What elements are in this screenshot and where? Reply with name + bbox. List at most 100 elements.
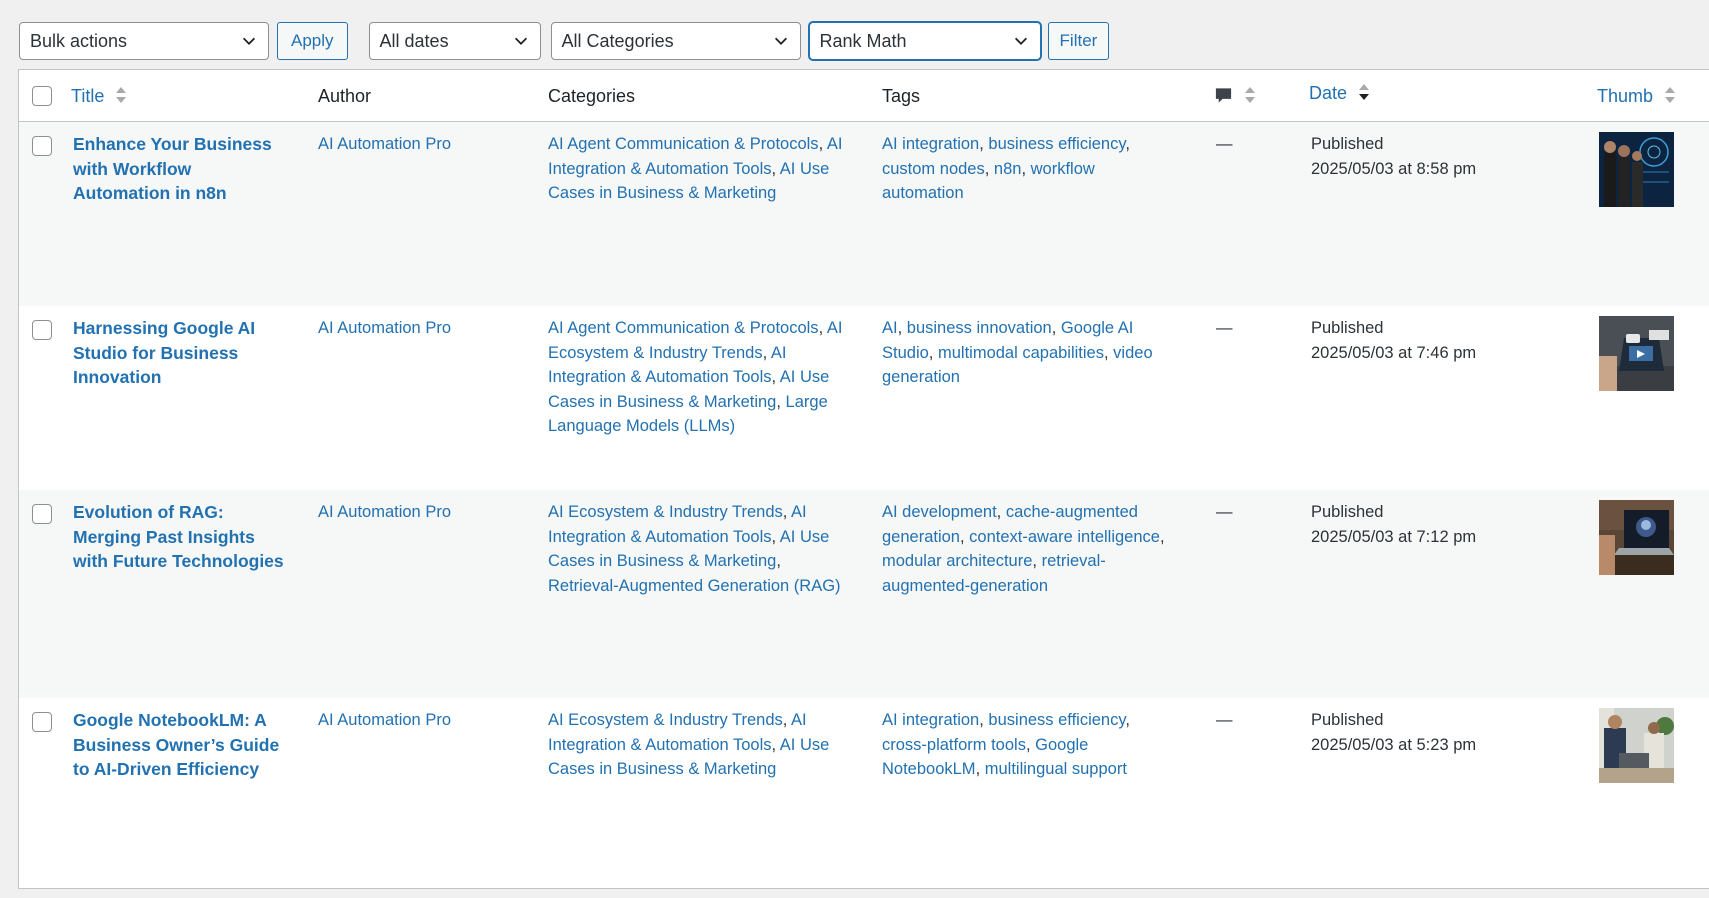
post-title-link[interactable]: with Future Technologies	[73, 549, 313, 574]
dates-filter-select[interactable]: All dates	[368, 22, 541, 60]
row-checkbox[interactable]	[32, 504, 52, 524]
term-link[interactable]: Integration & Automation Tools	[548, 736, 772, 754]
post-title-link[interactable]: Automation in n8n	[73, 181, 313, 206]
term-link[interactable]: Integration & Automation Tools	[548, 528, 772, 546]
column-comments[interactable]	[1214, 70, 1256, 122]
comment-bubble-icon	[1215, 88, 1232, 103]
author-link[interactable]: AI Automation Pro	[318, 132, 451, 157]
term-link[interactable]: Cases in Business & Marketing	[548, 393, 776, 411]
term-link[interactable]: AI Ecosystem & Industry Trends	[548, 503, 783, 521]
term-link[interactable]: AI Agent Communication & Protocols	[548, 319, 819, 337]
term-link[interactable]: AI integration	[882, 711, 979, 729]
post-title-link[interactable]: Enhance Your Business	[73, 132, 313, 157]
categories-filter-select[interactable]: All Categories	[550, 22, 801, 60]
post-title-link[interactable]: Harnessing Google AI	[73, 316, 313, 341]
row-checkbox[interactable]	[32, 136, 52, 156]
term-link[interactable]: workflow	[1031, 160, 1095, 178]
post-title-link[interactable]: Innovation	[73, 365, 313, 390]
term-link[interactable]: Cases in Business & Marketing	[548, 184, 776, 202]
select-all-checkbox[interactable]	[32, 86, 52, 106]
column-tags: Tags	[882, 86, 921, 106]
column-title-label: Title	[71, 86, 105, 106]
term-link[interactable]: video	[1113, 344, 1152, 362]
laptop-ai-studio-icon[interactable]	[1599, 316, 1674, 391]
categories-filter-value: All Categories	[561, 31, 674, 51]
bulk-actions-select[interactable]: Bulk actions	[19, 22, 269, 60]
term-link[interactable]: Google AI	[1061, 319, 1133, 337]
term-link[interactable]: Large	[786, 393, 828, 411]
term-separator: ,	[1125, 135, 1130, 153]
term-link[interactable]: AI	[827, 135, 843, 153]
term-link[interactable]: AI development	[882, 503, 997, 521]
post-title-link[interactable]: Studio for Business	[73, 341, 313, 366]
term-link[interactable]: business efficiency	[988, 135, 1125, 153]
term-link[interactable]: modular architecture	[882, 552, 1032, 570]
post-title-link[interactable]: Google NotebookLM: A	[73, 708, 313, 733]
term-link[interactable]: automation	[882, 184, 964, 202]
term-link[interactable]: generation	[882, 368, 960, 386]
tags-cell: AI integration, business efficiency, cros…	[882, 708, 1202, 782]
apply-button[interactable]: Apply	[277, 22, 348, 60]
term-link[interactable]: Integration & Automation Tools	[548, 368, 772, 386]
column-date-label: Date	[1309, 83, 1348, 103]
comments-count: —	[1216, 711, 1233, 729]
term-separator: ,	[1159, 527, 1165, 546]
column-title[interactable]: Title	[71, 70, 127, 122]
term-link[interactable]: Ecosystem & Industry Trends	[548, 344, 763, 362]
term-link[interactable]: AI Use	[780, 368, 830, 386]
term-link[interactable]: AI Ecosystem & Industry Trends	[548, 711, 783, 729]
post-title-link[interactable]: Merging Past Insights	[73, 525, 313, 550]
row-checkbox[interactable]	[32, 712, 52, 732]
term-link[interactable]: AI Use	[780, 528, 830, 546]
categories-line: Integration & Automation Tools, AI Use	[548, 525, 868, 550]
term-link[interactable]: cross-platform tools	[882, 736, 1026, 754]
term-link[interactable]: NotebookLM	[882, 760, 976, 778]
column-author: Author	[318, 86, 372, 106]
term-link[interactable]: Integration & Automation Tools	[548, 160, 772, 178]
term-link[interactable]: Cases in Business & Marketing	[548, 552, 776, 570]
term-link[interactable]: AI	[827, 319, 843, 337]
term-link[interactable]: generation	[882, 528, 960, 546]
term-link[interactable]: n8n	[994, 160, 1022, 178]
term-link[interactable]: AI Use	[780, 736, 830, 754]
term-link[interactable]: AI Use	[780, 160, 830, 178]
term-link[interactable]: AI	[882, 319, 898, 337]
term-link[interactable]: AI	[791, 711, 807, 729]
author-link[interactable]: AI Automation Pro	[318, 708, 451, 733]
term-link[interactable]: multilingual support	[985, 760, 1127, 778]
column-thumb[interactable]: Thumb	[1597, 70, 1676, 122]
term-separator: ,	[928, 343, 934, 362]
author-link[interactable]: AI Automation Pro	[318, 316, 451, 341]
term-link[interactable]: AI Agent Communication & Protocols	[548, 135, 819, 153]
term-link[interactable]: multimodal capabilities	[938, 344, 1104, 362]
term-link[interactable]: retrieval-	[1042, 552, 1106, 570]
business-team-ai-icon[interactable]	[1599, 132, 1674, 207]
term-link[interactable]: Google	[1035, 736, 1088, 754]
term-link[interactable]: Studio	[882, 344, 929, 362]
categories-line: Cases in Business & Marketing, Large	[548, 390, 868, 415]
term-link[interactable]: AI integration	[882, 135, 979, 153]
post-title-link[interactable]: to AI-Driven Efficiency	[73, 757, 313, 782]
term-link[interactable]: custom nodes	[882, 160, 985, 178]
term-link[interactable]: cache-augmented	[1006, 503, 1138, 521]
term-separator: ,	[1025, 735, 1031, 754]
term-link[interactable]: AI	[791, 503, 807, 521]
term-link[interactable]: context-aware intelligence	[969, 528, 1160, 546]
office-team-laptops-icon[interactable]	[1599, 708, 1674, 783]
term-link[interactable]: Language Models (LLMs)	[548, 417, 735, 435]
term-link[interactable]: AI	[771, 344, 787, 362]
seo-filter-select[interactable]: Rank Math	[808, 22, 1041, 60]
term-link[interactable]: Retrieval-Augmented Generation (RAG)	[548, 577, 841, 595]
term-link[interactable]: business innovation	[907, 319, 1052, 337]
column-date[interactable]: Date	[1309, 70, 1370, 122]
row-checkbox[interactable]	[32, 320, 52, 340]
post-title-link[interactable]: Business Owner’s Guide	[73, 733, 313, 758]
author-link[interactable]: AI Automation Pro	[318, 500, 451, 525]
term-link[interactable]: business efficiency	[988, 711, 1125, 729]
term-link[interactable]: Cases in Business & Marketing	[548, 760, 776, 778]
filter-button[interactable]: Filter	[1047, 22, 1110, 60]
term-link[interactable]: augmented-generation	[882, 577, 1048, 595]
post-title-link[interactable]: Evolution of RAG:	[73, 500, 313, 525]
post-title-link[interactable]: with Workflow	[73, 157, 313, 182]
laptop-ai-face-icon[interactable]	[1599, 500, 1674, 575]
